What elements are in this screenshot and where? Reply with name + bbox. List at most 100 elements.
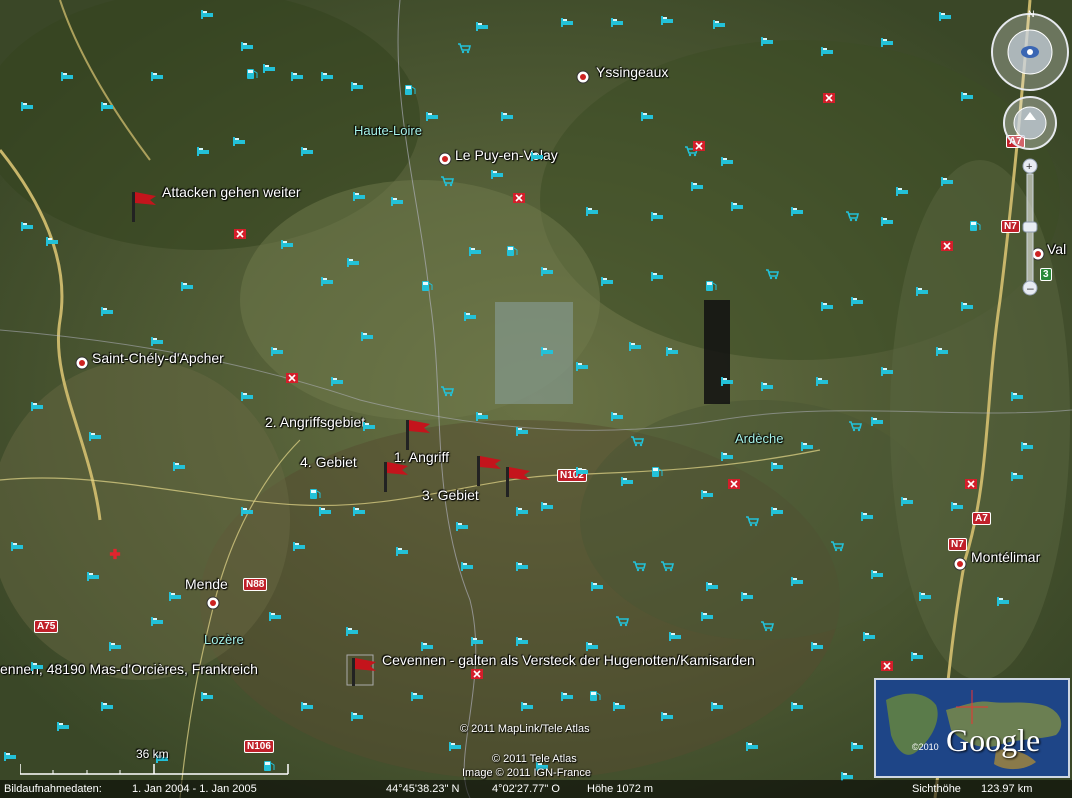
- hotel-icon[interactable]: [950, 500, 964, 512]
- hotel-icon[interactable]: [56, 720, 70, 732]
- hotel-icon[interactable]: [168, 590, 182, 602]
- landmark-icon[interactable]: [822, 92, 836, 104]
- look-control[interactable]: N: [991, 9, 1069, 91]
- hotel-icon[interactable]: [318, 505, 332, 517]
- shop-icon[interactable]: [615, 615, 629, 627]
- hotel-icon[interactable]: [268, 610, 282, 622]
- fuel-icon[interactable]: [308, 488, 322, 500]
- hotel-icon[interactable]: [45, 235, 59, 247]
- hotel-icon[interactable]: [425, 110, 439, 122]
- fuel-icon[interactable]: [650, 466, 664, 478]
- shop-icon[interactable]: [660, 560, 674, 572]
- hotel-icon[interactable]: [740, 590, 754, 602]
- hotel-icon[interactable]: [650, 270, 664, 282]
- hotel-icon[interactable]: [575, 465, 589, 477]
- fuel-icon[interactable]: [704, 280, 718, 292]
- hotel-icon[interactable]: [240, 505, 254, 517]
- hotel-icon[interactable]: [860, 510, 874, 522]
- hotel-icon[interactable]: [150, 615, 164, 627]
- landmark-icon[interactable]: [692, 140, 706, 152]
- hotel-icon[interactable]: [292, 540, 306, 552]
- hotel-icon[interactable]: [448, 740, 462, 752]
- shop-icon[interactable]: [830, 540, 844, 552]
- hotel-icon[interactable]: [320, 275, 334, 287]
- hotel-icon[interactable]: [800, 440, 814, 452]
- hotel-icon[interactable]: [820, 300, 834, 312]
- hotel-icon[interactable]: [770, 505, 784, 517]
- landmark-icon[interactable]: [940, 240, 954, 252]
- hotel-icon[interactable]: [850, 295, 864, 307]
- hotel-icon[interactable]: [460, 560, 474, 572]
- hotel-icon[interactable]: [530, 150, 544, 162]
- hotel-icon[interactable]: [700, 610, 714, 622]
- shop-icon[interactable]: [630, 435, 644, 447]
- hotel-icon[interactable]: [108, 640, 122, 652]
- landmark-icon[interactable]: [233, 228, 247, 240]
- shop-icon[interactable]: [845, 210, 859, 222]
- hospital-icon[interactable]: [108, 548, 122, 560]
- hotel-icon[interactable]: [470, 635, 484, 647]
- hotel-icon[interactable]: [870, 568, 884, 580]
- hotel-icon[interactable]: [770, 460, 784, 472]
- hotel-icon[interactable]: [1010, 470, 1024, 482]
- hotel-icon[interactable]: [640, 110, 654, 122]
- hotel-icon[interactable]: [960, 300, 974, 312]
- landmark-icon[interactable]: [285, 372, 299, 384]
- hotel-icon[interactable]: [560, 690, 574, 702]
- fuel-icon[interactable]: [420, 280, 434, 292]
- hotel-icon[interactable]: [940, 175, 954, 187]
- hotel-icon[interactable]: [345, 625, 359, 637]
- landmark-icon[interactable]: [964, 478, 978, 490]
- flag-marker-angriff1[interactable]: [473, 452, 505, 486]
- hotel-icon[interactable]: [650, 210, 664, 222]
- hotel-icon[interactable]: [900, 495, 914, 507]
- hotel-icon[interactable]: [720, 375, 734, 387]
- hotel-icon[interactable]: [172, 460, 186, 472]
- shop-icon[interactable]: [632, 560, 646, 572]
- hotel-icon[interactable]: [352, 505, 366, 517]
- hotel-icon[interactable]: [895, 185, 909, 197]
- hotel-icon[interactable]: [240, 40, 254, 52]
- hotel-icon[interactable]: [870, 415, 884, 427]
- fuel-icon[interactable]: [403, 84, 417, 96]
- hotel-icon[interactable]: [575, 360, 589, 372]
- hotel-icon[interactable]: [690, 180, 704, 192]
- hotel-icon[interactable]: [60, 70, 74, 82]
- hotel-icon[interactable]: [880, 365, 894, 377]
- hotel-icon[interactable]: [760, 35, 774, 47]
- hotel-icon[interactable]: [938, 10, 952, 22]
- hotel-icon[interactable]: [30, 400, 44, 412]
- hotel-icon[interactable]: [790, 205, 804, 217]
- shop-icon[interactable]: [760, 620, 774, 632]
- hotel-icon[interactable]: [820, 45, 834, 57]
- hotel-icon[interactable]: [330, 375, 344, 387]
- shop-icon[interactable]: [440, 385, 454, 397]
- hotel-icon[interactable]: [350, 80, 364, 92]
- shop-icon[interactable]: [848, 420, 862, 432]
- hotel-icon[interactable]: [20, 100, 34, 112]
- hotel-icon[interactable]: [1010, 390, 1024, 402]
- fuel-icon[interactable]: [588, 690, 602, 702]
- hotel-icon[interactable]: [660, 710, 674, 722]
- hotel-icon[interactable]: [850, 740, 864, 752]
- flag-marker-cevennen[interactable]: [346, 654, 378, 688]
- satellite-map[interactable]: Yssingeaux Haute-Loire Le Puy-en-Velay S…: [0, 0, 1072, 798]
- hotel-icon[interactable]: [86, 570, 100, 582]
- hotel-icon[interactable]: [300, 145, 314, 157]
- hotel-icon[interactable]: [150, 70, 164, 82]
- flag-marker-attacken[interactable]: [128, 188, 160, 222]
- hotel-icon[interactable]: [628, 340, 642, 352]
- hotel-icon[interactable]: [1020, 440, 1034, 452]
- shop-icon[interactable]: [440, 175, 454, 187]
- city-icon[interactable]: [953, 557, 967, 571]
- hotel-icon[interactable]: [100, 100, 114, 112]
- hotel-icon[interactable]: [196, 145, 210, 157]
- hotel-icon[interactable]: [232, 135, 246, 147]
- hotel-icon[interactable]: [468, 245, 482, 257]
- hotel-icon[interactable]: [475, 410, 489, 422]
- hotel-icon[interactable]: [935, 345, 949, 357]
- hotel-icon[interactable]: [996, 595, 1010, 607]
- hotel-icon[interactable]: [300, 700, 314, 712]
- hotel-icon[interactable]: [560, 16, 574, 28]
- hotel-icon[interactable]: [705, 580, 719, 592]
